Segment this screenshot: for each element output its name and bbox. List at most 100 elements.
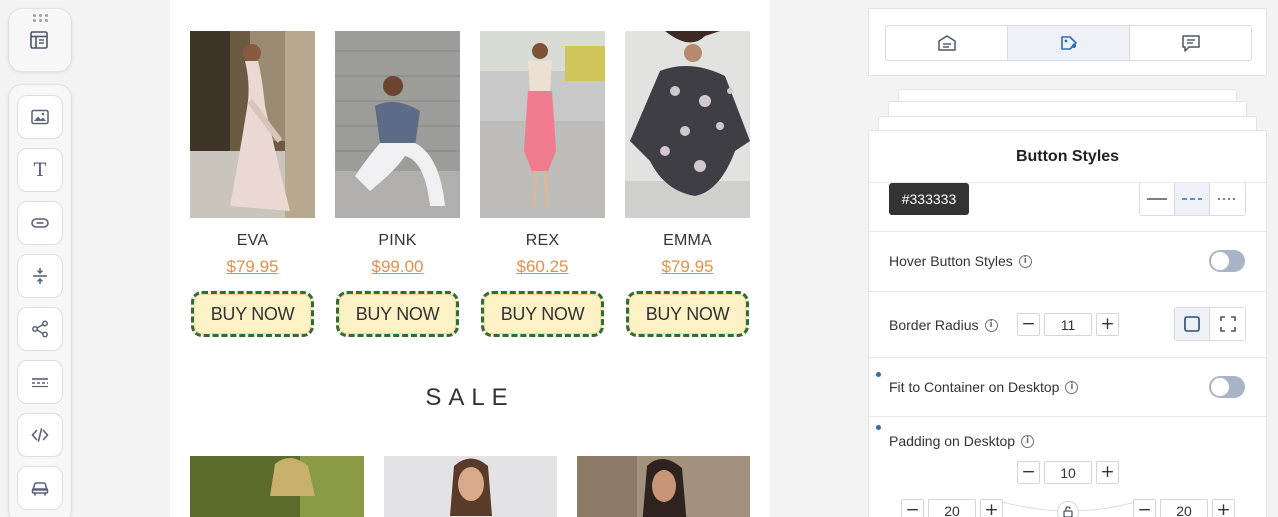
square-icon xyxy=(1184,316,1200,332)
layout-icon[interactable] xyxy=(28,29,50,56)
code-icon xyxy=(31,428,49,442)
image-block-button[interactable] xyxy=(17,95,63,139)
radius-individual-option[interactable] xyxy=(1210,308,1245,340)
hover-styles-toggle[interactable] xyxy=(1209,250,1245,272)
link-padding-button[interactable] xyxy=(1057,501,1079,517)
tab-comments[interactable] xyxy=(1130,26,1251,60)
padding-row: Padding on Desktop i − 10 + − 20 + − 20 … xyxy=(869,417,1266,517)
divider-block-button[interactable] xyxy=(17,360,63,404)
product-name: EMMA xyxy=(663,232,712,249)
buy-now-button[interactable]: BUY NOW xyxy=(481,291,604,337)
panel-tabs xyxy=(885,25,1252,61)
buy-now-button[interactable]: BUY NOW xyxy=(191,291,314,337)
corners-icon xyxy=(1219,316,1236,332)
product-card[interactable]: PINK $99.00 BUY NOW xyxy=(335,31,460,337)
border-solid-option[interactable] xyxy=(1140,183,1175,215)
radius-all-option[interactable] xyxy=(1175,308,1210,340)
fit-container-row: Fit to Container on Desktop i xyxy=(869,358,1266,417)
increment-button[interactable]: + xyxy=(1212,499,1235,517)
product-price-link[interactable]: $60.25 xyxy=(480,257,605,277)
padding-label: Padding on Desktop xyxy=(889,433,1016,449)
padding-right-stepper: − 20 + xyxy=(1133,499,1235,517)
content-icon xyxy=(937,35,956,51)
decrement-button[interactable]: − xyxy=(1017,461,1040,484)
product-image[interactable] xyxy=(190,31,315,218)
buy-now-button[interactable]: BUY NOW xyxy=(626,291,749,337)
padding-left-input[interactable]: 20 xyxy=(928,499,976,517)
style-icon xyxy=(1060,36,1077,50)
tab-content[interactable] xyxy=(886,26,1008,60)
fit-container-label: Fit to Container on Desktop xyxy=(889,379,1060,395)
product-price-link[interactable]: $79.95 xyxy=(625,257,750,277)
product-name: REX xyxy=(525,232,560,249)
fit-container-toggle[interactable] xyxy=(1209,376,1245,398)
info-icon[interactable]: i xyxy=(1065,380,1079,394)
padding-top-stepper: − 10 + xyxy=(1017,461,1119,484)
button-block-button[interactable] xyxy=(17,201,63,245)
toolbar-header xyxy=(8,8,72,72)
padding-left-stepper: − 20 + xyxy=(901,499,1003,517)
decrement-button[interactable]: − xyxy=(1133,499,1156,517)
email-canvas: EVA $79.95 BUY NOW PINK $99.00 BUY NOW R… xyxy=(170,0,770,517)
increment-button[interactable]: + xyxy=(1096,461,1119,484)
share-icon xyxy=(32,320,48,338)
button-styles-panel: Button Styles #333333 Hover Button Style… xyxy=(868,130,1267,517)
product-block-button[interactable] xyxy=(17,466,63,510)
product-image[interactable] xyxy=(190,456,364,517)
padding-top-input[interactable]: 10 xyxy=(1044,461,1092,484)
product-card[interactable]: EMMA $79.95 BUY NOW xyxy=(625,31,750,337)
tab-style[interactable] xyxy=(1008,26,1130,60)
panel-tabs-card xyxy=(868,8,1267,76)
border-dashed-option[interactable] xyxy=(1175,183,1210,215)
border-settings-row: #333333 xyxy=(869,182,1266,232)
product-price-link[interactable]: $79.95 xyxy=(190,257,315,277)
border-radius-input[interactable]: 11 xyxy=(1044,313,1092,336)
social-block-button[interactable] xyxy=(17,307,63,351)
spacer-icon xyxy=(33,268,47,284)
hover-styles-row: Hover Button Styles i xyxy=(869,232,1266,292)
html-block-button[interactable] xyxy=(17,413,63,457)
buy-now-button[interactable]: BUY NOW xyxy=(336,291,459,337)
decrement-button[interactable]: − xyxy=(901,499,924,517)
info-icon[interactable]: i xyxy=(1021,434,1035,448)
product-image[interactable] xyxy=(480,31,605,218)
border-radius-stepper: − 11 + xyxy=(1017,313,1119,336)
car-icon xyxy=(31,482,49,496)
changed-indicator xyxy=(876,425,881,430)
text-block-button[interactable]: T xyxy=(17,148,63,192)
changed-indicator xyxy=(876,372,881,377)
radius-mode-selector xyxy=(1174,307,1246,341)
border-style-selector xyxy=(1139,182,1246,216)
product-image[interactable] xyxy=(577,456,750,517)
padding-right-input[interactable]: 20 xyxy=(1160,499,1208,517)
drag-handle[interactable] xyxy=(33,14,49,22)
button-icon xyxy=(31,218,49,228)
spacer-block-button[interactable] xyxy=(17,254,63,298)
product-name: PINK xyxy=(378,232,417,249)
comment-icon xyxy=(1181,35,1200,52)
border-color-swatch[interactable]: #333333 xyxy=(889,183,969,215)
text-icon: T xyxy=(33,159,47,181)
sale-heading: SALE xyxy=(425,384,515,411)
border-dotted-option[interactable] xyxy=(1210,183,1245,215)
product-card[interactable]: REX $60.25 BUY NOW xyxy=(480,31,605,337)
product-name: EVA xyxy=(236,232,269,249)
increment-button[interactable]: + xyxy=(980,499,1003,517)
product-image[interactable] xyxy=(625,31,750,218)
product-price-link[interactable]: $99.00 xyxy=(335,257,460,277)
product-card[interactable]: EVA $79.95 BUY NOW xyxy=(190,31,315,337)
product-image[interactable] xyxy=(384,456,557,517)
border-radius-row: Border Radius i − 11 + xyxy=(869,292,1266,358)
dotted-line-icon xyxy=(1217,198,1238,200)
info-icon[interactable]: i xyxy=(984,318,998,332)
solid-line-icon xyxy=(1147,198,1167,200)
divider-icon xyxy=(32,378,48,388)
dashed-line-icon xyxy=(1182,198,1202,200)
decrement-button[interactable]: − xyxy=(1017,313,1040,336)
product-image[interactable] xyxy=(335,31,460,218)
info-icon[interactable]: i xyxy=(1018,254,1032,268)
increment-button[interactable]: + xyxy=(1096,313,1119,336)
border-radius-label: Border Radius xyxy=(889,317,979,333)
panel-title: Button Styles xyxy=(869,131,1266,183)
unlock-icon xyxy=(1063,506,1073,517)
